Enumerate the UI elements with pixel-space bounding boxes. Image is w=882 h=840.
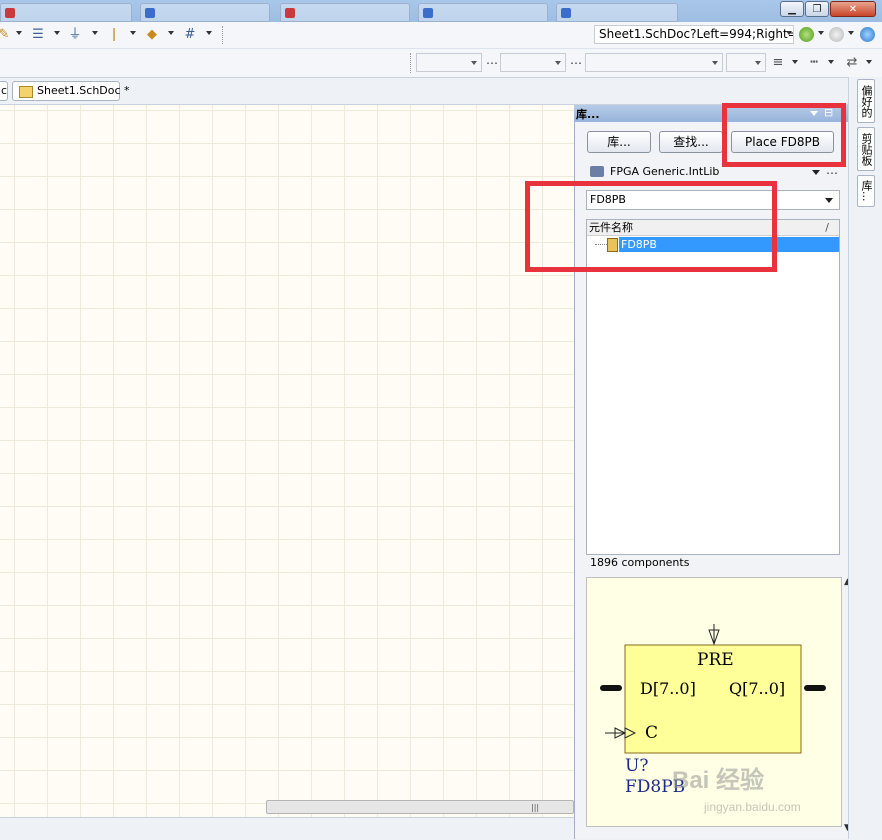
strip-tab-libraries[interactable]: 库... [857, 175, 875, 207]
line-style-icon[interactable]: ┅ [806, 55, 822, 71]
close-icon[interactable]: ✕ [830, 1, 876, 17]
libraries-button[interactable]: 库... [587, 131, 651, 153]
globe-icon[interactable] [860, 27, 875, 42]
pin-label-pre: PRE [697, 650, 734, 670]
combo-box[interactable] [726, 53, 766, 72]
chevron-down-icon[interactable] [848, 31, 854, 35]
window-titlebar: ▁ ❐ ✕ [0, 0, 882, 23]
library-name: FPGA Generic.IntLib [610, 165, 720, 178]
more-icon[interactable]: … [570, 53, 582, 67]
background-tab[interactable] [0, 3, 132, 22]
chevron-down-icon[interactable] [130, 31, 136, 35]
chevron-down-icon[interactable] [54, 31, 60, 35]
back-icon[interactable] [799, 27, 814, 42]
chevron-down-icon[interactable] [818, 31, 824, 35]
line-width-icon[interactable]: ≡ [770, 55, 786, 71]
d-pin-bus [600, 685, 622, 691]
chevron-down-icon[interactable] [206, 31, 212, 35]
combo-box[interactable] [416, 53, 482, 72]
watermark-sub: jingyan.baidu.com [704, 800, 801, 814]
component-count: 1896 components [590, 556, 690, 569]
grid-icon[interactable]: # [182, 27, 198, 43]
bus-icon[interactable]: ☰ [30, 27, 46, 43]
doc-tab-label: c [1, 84, 8, 97]
chevron-down-icon[interactable] [16, 31, 22, 35]
background-tab[interactable] [280, 3, 410, 22]
designator-label: U? [625, 756, 649, 776]
doc-tab-label: Sheet1.SchDoc * [37, 84, 130, 97]
secondary-toolbar: … … ≡ ┅ ⇄ [0, 49, 882, 78]
chevron-down-icon[interactable] [828, 60, 834, 64]
maximize-icon[interactable]: ❐ [805, 1, 829, 17]
chevron-down-icon[interactable] [786, 31, 792, 35]
toolbar-separator [410, 53, 411, 73]
scroll-grip-icon: ||| [531, 803, 540, 812]
toolbar-separator [222, 26, 223, 44]
main-toolbar: ✎ ☰ ⏚ ǀ ◆ # Sheet1.SchDoc?Left=994;Right… [0, 22, 882, 49]
combo-box[interactable] [585, 53, 723, 72]
background-tab[interactable] [418, 3, 548, 22]
address-field[interactable]: Sheet1.SchDoc?Left=994;Right= [594, 25, 794, 44]
background-tab[interactable] [140, 3, 270, 22]
doc-tab-previous[interactable]: c [0, 81, 8, 101]
schematic-doc-icon [19, 86, 33, 98]
panel-title: 库... [576, 108, 600, 121]
combo-box[interactable] [500, 53, 566, 72]
sort-indicator: / [825, 221, 829, 234]
document-tabs: c Sheet1.SchDoc * [0, 78, 882, 105]
q-pin-bus [804, 685, 826, 691]
side-panel-strip: 偏好的 剪贴板 库... [848, 77, 882, 839]
library-icon [590, 166, 604, 177]
minimize-icon[interactable]: ▁ [780, 1, 804, 17]
chevron-down-icon[interactable] [92, 31, 98, 35]
ground-icon[interactable]: ⏚ [67, 27, 83, 43]
chevron-down-icon [825, 198, 833, 203]
swap-icon[interactable]: ⇄ [844, 55, 860, 71]
pin-label-c: C [645, 723, 659, 743]
pin-label-d: D[7..0] [640, 679, 696, 698]
port-icon[interactable]: ◆ [144, 27, 160, 43]
background-tab[interactable] [556, 3, 678, 22]
highlight-box-place-button [722, 103, 846, 167]
forward-icon[interactable] [829, 27, 844, 42]
watermark-main: Bai 经验 [672, 767, 765, 794]
doc-tab-sheet1[interactable]: Sheet1.SchDoc * [12, 81, 130, 101]
schematic-canvas[interactable] [0, 105, 574, 817]
chevron-down-icon[interactable] [866, 60, 872, 64]
chevron-down-icon[interactable] [792, 60, 798, 64]
strip-tab-favorites[interactable]: 偏好的 [857, 79, 875, 123]
watermark: Bai 经验 jingyan.baidu.com [672, 760, 842, 820]
highlight-box-filter [525, 181, 777, 272]
chevron-down-icon[interactable] [168, 31, 174, 35]
pin-label-q: Q[7..0] [729, 679, 786, 698]
horizontal-scrollbar[interactable]: ||| [266, 800, 574, 814]
chevron-down-icon [812, 170, 820, 175]
pencil-icon[interactable]: ✎ [0, 27, 12, 43]
strip-tab-clipboard[interactable]: 剪贴板 [857, 127, 875, 171]
search-button[interactable]: 查找... [659, 131, 723, 153]
more-icon[interactable]: … [486, 53, 498, 67]
pin-icon[interactable]: ǀ [106, 27, 122, 43]
